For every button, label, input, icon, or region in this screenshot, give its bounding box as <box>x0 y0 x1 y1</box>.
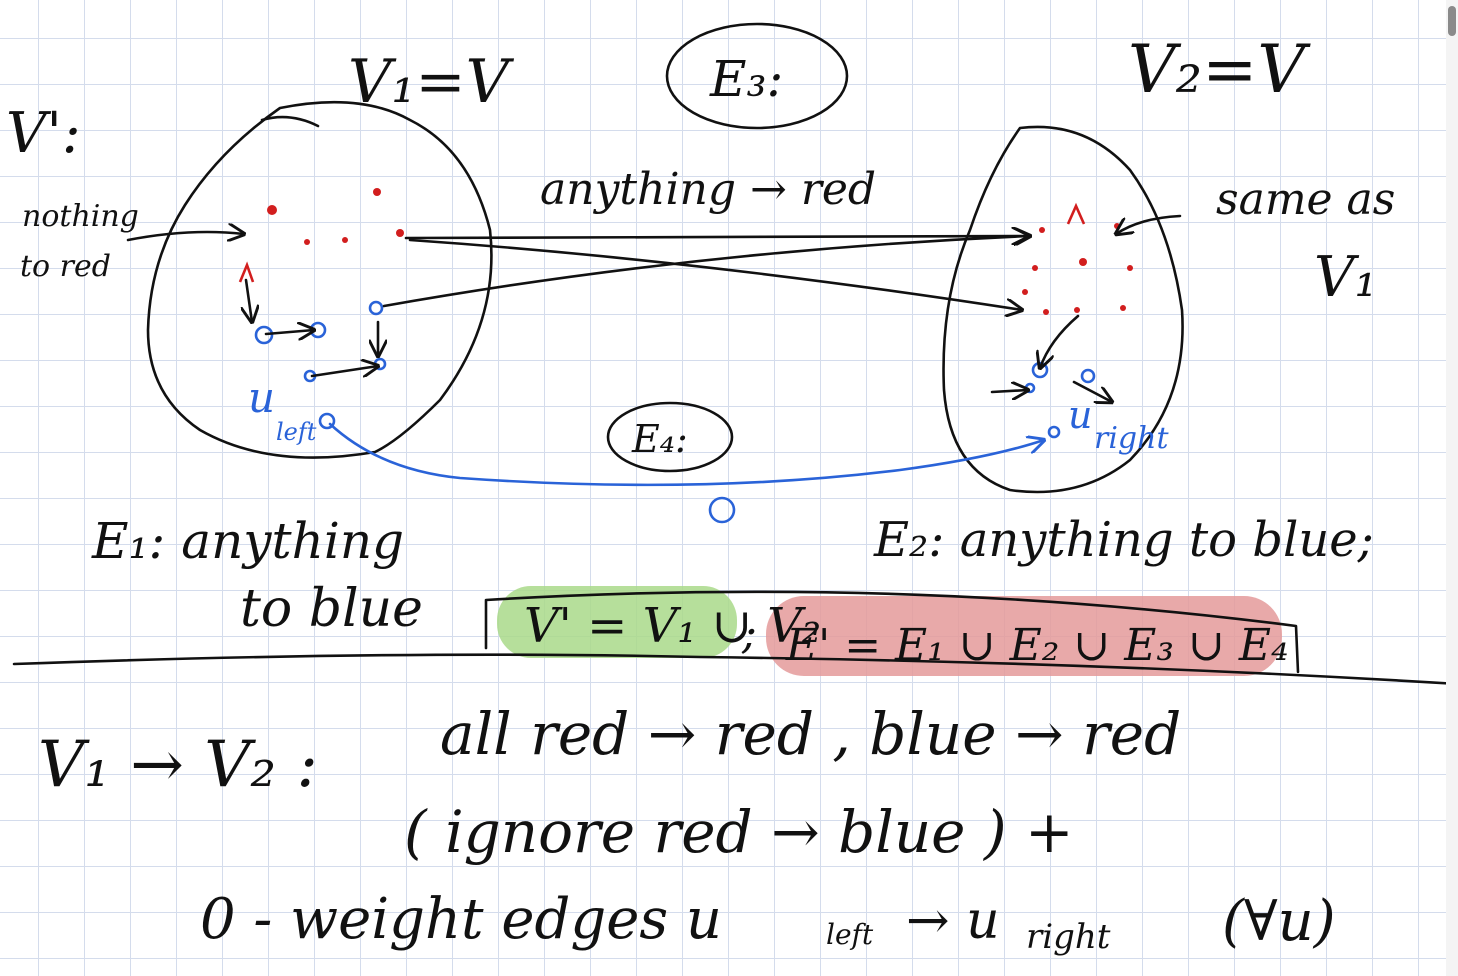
v1-red-vertices <box>238 188 404 283</box>
edge-arrow <box>246 278 252 322</box>
v-prime-label: V': <box>6 101 81 166</box>
u-left-sub-label: left <box>276 418 317 446</box>
edge-arrow <box>990 390 1028 392</box>
notebook-canvas: V': V₁=V V₂=V E₃: E₄: nothing to red any… <box>0 0 1458 976</box>
zero-weight-right-sub: right <box>1026 917 1111 957</box>
e-prime-union-label: E' = E₁ ∪ E₂ ∪ E₃ ∪ E₄ <box>785 620 1289 671</box>
all-edges-label: all red → red , blue → red <box>440 700 1181 768</box>
zero-circle <box>708 496 736 524</box>
cross-edge-red-to-red <box>404 236 1028 238</box>
blue-dot <box>1080 368 1096 384</box>
nothing-label-1: nothing <box>22 199 139 234</box>
for-all-u-label: (∀u) <box>1222 889 1336 954</box>
red-dot <box>1079 258 1087 266</box>
zero-weight-arrow: → u <box>906 891 1000 951</box>
red-dot <box>1074 307 1080 313</box>
same-as-label-1: same as <box>1216 174 1395 225</box>
zero-weight-label: 0 - weight edges u <box>200 887 722 952</box>
nothing-label-2: to red <box>20 249 111 284</box>
red-dot <box>304 239 310 245</box>
v1-blob <box>146 100 493 459</box>
e3-label: E₃: <box>709 50 783 108</box>
vertical-scrollbar[interactable] <box>1446 0 1458 976</box>
red-dot <box>267 205 277 215</box>
anything-to-red-label: anything → red <box>540 164 876 215</box>
v1-blob-tail <box>260 115 320 128</box>
u-right-label: u <box>1068 393 1092 437</box>
same-as-label-2: V₁ <box>1314 245 1377 310</box>
v1-blue-vertices <box>254 300 387 430</box>
nothing-to-red-arrow <box>126 232 244 240</box>
ignore-label: ( ignore red → blue ) + <box>404 798 1074 866</box>
blue-dot <box>368 300 384 316</box>
v-prime-union-label: V' = V₁ ∪ V₂ <box>524 598 821 654</box>
same-as-arrow <box>1116 214 1182 234</box>
red-dot <box>1127 265 1133 271</box>
union-separator: ; <box>741 608 757 659</box>
red-dot <box>1043 309 1049 315</box>
handwritten-diagram: V': V₁=V V₂=V E₃: E₄: nothing to red any… <box>6 22 1458 957</box>
e1-label-line2: to blue <box>240 579 423 639</box>
u-right-sub-label: right <box>1094 421 1169 456</box>
v1-to-v2-label: V₁ → V₂ : <box>38 728 318 802</box>
e4-label: E₄: <box>631 417 688 461</box>
red-dot <box>1032 265 1038 271</box>
e3-edges <box>382 236 1030 310</box>
cross-edge-red-to-blue-top <box>408 238 1022 310</box>
e1-label-line1: E₁: anything <box>91 512 404 570</box>
edge-arrow <box>310 366 378 376</box>
u-left-label: u <box>248 373 275 422</box>
e2-label: E₂: anything to blue; <box>873 512 1374 568</box>
zero-weight-left-sub: left <box>826 918 874 951</box>
edge-arrow <box>1040 314 1080 368</box>
red-mark-a <box>1066 202 1086 225</box>
edge-arrow <box>264 330 314 334</box>
red-dot <box>342 237 348 243</box>
v2-def-label: V₂=V <box>1128 31 1311 108</box>
red-dot <box>373 188 381 196</box>
e2-edges <box>990 314 1112 402</box>
red-dot <box>1039 227 1045 233</box>
v2-red-vertices <box>1022 202 1133 315</box>
red-dot <box>1022 289 1028 295</box>
scrollbar-thumb[interactable] <box>1448 6 1456 36</box>
u-right-vertex <box>1047 425 1061 439</box>
red-dot <box>1120 305 1126 311</box>
red-dot <box>1114 223 1120 229</box>
red-dot <box>396 229 404 237</box>
v1-def-label: V₁=V <box>348 47 515 117</box>
